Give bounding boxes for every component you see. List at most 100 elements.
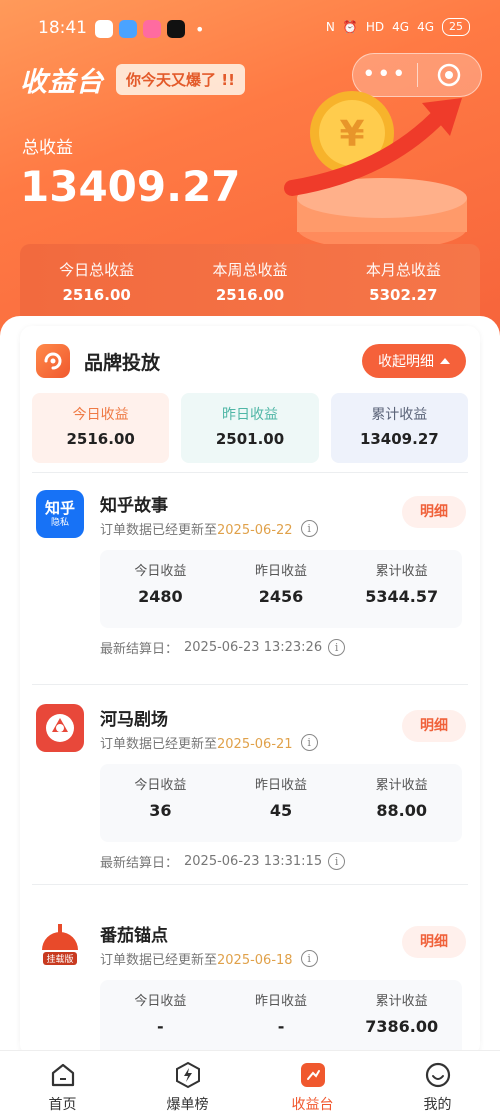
dot-icon: • xyxy=(195,20,205,39)
item-update: 订单数据已经更新至2025-06-22 i xyxy=(100,519,318,538)
collapse-details-button[interactable]: 收起明细 xyxy=(362,344,466,378)
period-label: 本月总收益 xyxy=(365,261,441,279)
update-prefix: 订单数据已经更新至 xyxy=(100,737,218,752)
alarm-icon: ⏰ xyxy=(342,20,358,34)
svg-text:¥: ¥ xyxy=(339,114,364,155)
detail-button[interactable]: 明细 xyxy=(402,926,466,958)
total-label: 累计收益 xyxy=(371,407,428,423)
stat-today: 今日收益 36 xyxy=(100,764,221,842)
divider xyxy=(32,684,468,685)
brand-logo-icon xyxy=(36,344,70,378)
tab-hot-list[interactable]: 爆单榜 xyxy=(125,1051,250,1117)
total-earnings-value: 13409.27 xyxy=(20,162,241,211)
stat-label: 累计收益 xyxy=(375,994,428,1009)
total-yesterday: 昨日收益 2501.00 xyxy=(181,393,319,463)
settle-time: 2025-06-23 13:23:26 xyxy=(184,640,323,655)
info-icon[interactable]: i xyxy=(328,853,346,870)
stat-label: 昨日收益 xyxy=(255,778,308,793)
app-notification-icon xyxy=(119,20,137,38)
update-date: 2025-06-21 xyxy=(217,737,293,752)
item-stats: 今日收益 36 昨日收益 45 累计收益 88.00 xyxy=(100,764,462,842)
info-icon[interactable]: i xyxy=(300,734,318,751)
tab-label: 爆单榜 xyxy=(166,1097,209,1113)
settle-time: 2025-06-23 13:31:15 xyxy=(184,854,323,869)
list-item: 挂载版 番茄锚点 订单数据已经更新至2025-06-18 i 明细 今日收益 -… xyxy=(20,904,480,1056)
hd-icon: HD xyxy=(365,20,385,34)
tab-label: 首页 xyxy=(48,1097,77,1113)
brand-card: 品牌投放 收起明细 今日收益 2516.00 昨日收益 2501.00 累计收益… xyxy=(20,326,480,1056)
brand-card-title: 品牌投放 xyxy=(84,351,161,374)
signal-icon: 4G xyxy=(392,20,410,34)
settlement-info: 最新结算日： 2025-06-23 13:23:26 i xyxy=(100,638,346,657)
period-month: 本月总收益 5302.27 xyxy=(327,244,480,324)
update-prefix: 订单数据已经更新至 xyxy=(100,953,218,968)
stat-value: 45 xyxy=(269,801,293,820)
period-label: 本周总收益 xyxy=(212,261,288,279)
stat-value: 7386.00 xyxy=(365,1017,439,1036)
stat-value: - xyxy=(157,1017,164,1036)
page-title: 收益台 xyxy=(20,67,104,98)
nfc-icon: N xyxy=(325,20,335,34)
caret-up-icon xyxy=(440,358,450,364)
list-item: 河马剧场 订单数据已经更新至2025-06-21 i 明细 今日收益 36 昨日… xyxy=(20,688,480,903)
info-icon[interactable]: i xyxy=(300,950,318,967)
zhihu-logo-icon: 知乎 隐私 xyxy=(36,490,84,538)
tiktok-icon xyxy=(167,20,185,38)
tab-profile[interactable]: 我的 xyxy=(375,1051,500,1117)
item-update: 订单数据已经更新至2025-06-18 i xyxy=(100,949,318,968)
stat-label: 昨日收益 xyxy=(255,994,308,1009)
detail-button[interactable]: 明细 xyxy=(402,496,466,528)
bottom-tab-bar: 首页 爆单榜 收益台 我的 xyxy=(0,1050,500,1117)
period-label: 今日总收益 xyxy=(59,261,135,279)
header-brand: 收益台 你今天又爆了 !! xyxy=(20,60,245,99)
stat-value: - xyxy=(277,1017,285,1036)
period-value: 5302.27 xyxy=(369,286,438,304)
stat-value: 2480 xyxy=(138,587,183,606)
stat-label: 今日收益 xyxy=(134,564,187,579)
app-notification-icon xyxy=(143,20,161,38)
home-icon xyxy=(0,1059,125,1091)
total-cumulative: 累计收益 13409.27 xyxy=(330,393,468,463)
signal-icon: 4G xyxy=(417,20,434,34)
tab-earnings[interactable]: 收益台 xyxy=(250,1051,375,1117)
stat-label: 今日收益 xyxy=(134,778,187,793)
stat-cumulative: 累计收益 7386.00 xyxy=(341,980,462,1056)
total-today: 今日收益 2516.00 xyxy=(32,393,170,463)
total-earnings-label: 总收益 xyxy=(22,138,73,158)
item-name: 河马剧场 xyxy=(100,710,168,730)
info-icon[interactable]: i xyxy=(328,639,346,656)
coin-illustration: ¥ xyxy=(284,91,467,250)
settle-label: 最新结算日： xyxy=(100,856,179,871)
settle-label: 最新结算日： xyxy=(100,642,179,657)
stat-yesterday: 昨日收益 2456 xyxy=(221,550,342,628)
profile-icon xyxy=(375,1059,500,1091)
stat-today: 今日收益 2480 xyxy=(100,550,221,628)
battery-icon: 25 xyxy=(442,18,470,36)
total-value: 2501.00 xyxy=(215,430,285,448)
settlement-info: 最新结算日： 2025-06-23 13:31:15 i xyxy=(100,852,346,871)
period-week: 本周总收益 2516.00 xyxy=(173,244,326,324)
update-prefix: 订单数据已经更新至 xyxy=(100,523,218,538)
stat-label: 今日收益 xyxy=(134,994,187,1009)
logo-subtext: 隐私 xyxy=(50,518,69,528)
stat-label: 昨日收益 xyxy=(255,564,308,579)
stat-value: 2456 xyxy=(258,587,304,606)
stat-today: 今日收益 - xyxy=(100,980,221,1056)
stat-yesterday: 昨日收益 45 xyxy=(221,764,342,842)
total-label: 今日收益 xyxy=(72,407,129,423)
status-indicators: N ⏰ HD 4G 4G 25 xyxy=(326,18,470,36)
period-summary: 今日总收益 2516.00 本周总收益 2516.00 本月总收益 5302.2… xyxy=(20,244,480,324)
tagline-badge: 你今天又爆了 !! xyxy=(116,64,245,95)
item-name: 知乎故事 xyxy=(100,496,168,516)
tab-label: 我的 xyxy=(423,1097,452,1113)
total-label: 昨日收益 xyxy=(221,407,278,423)
logo-text: 挂载版 xyxy=(43,951,77,965)
info-icon[interactable]: i xyxy=(300,520,318,537)
detail-button[interactable]: 明细 xyxy=(402,710,466,742)
divider xyxy=(32,472,468,473)
list-item: 知乎 隐私 知乎故事 订单数据已经更新至2025-06-22 i 明细 今日收益… xyxy=(20,474,480,689)
tab-home[interactable]: 首页 xyxy=(0,1051,125,1117)
item-update: 订单数据已经更新至2025-06-21 i xyxy=(100,733,318,752)
period-value: 2516.00 xyxy=(215,286,285,304)
brand-totals: 今日收益 2516.00 昨日收益 2501.00 累计收益 13409.27 xyxy=(32,393,468,463)
